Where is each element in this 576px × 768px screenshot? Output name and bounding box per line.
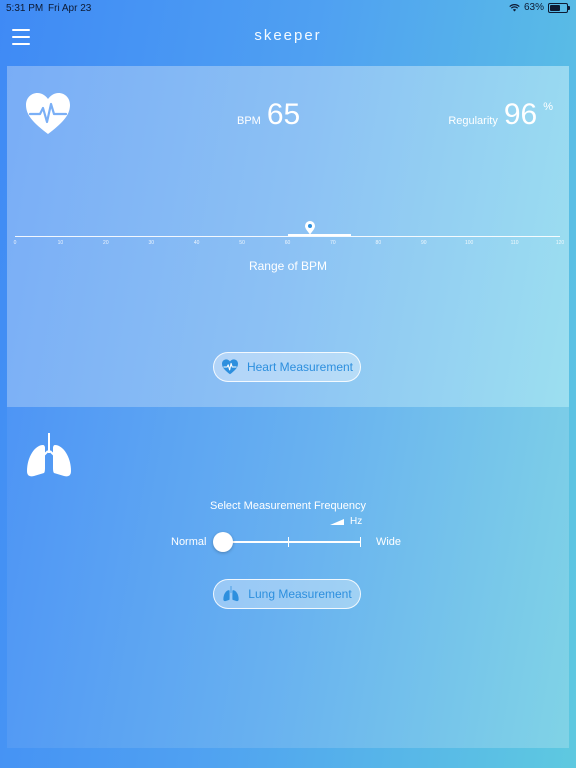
slider-tick-mid: [288, 537, 289, 547]
range-tick-label: 100: [464, 240, 474, 246]
lungs-icon: [27, 433, 71, 477]
heart-measurement-label: Heart Measurement: [246, 360, 354, 374]
bpm-label: BPM: [237, 115, 261, 127]
range-tick-label: 80: [375, 240, 382, 246]
wifi-icon: [509, 3, 520, 11]
range-tick-label: 40: [193, 240, 200, 246]
lung-measurement-label: Lung Measurement: [248, 587, 352, 601]
bpm-value: 65: [266, 98, 301, 131]
range-tick-label: 0: [13, 240, 17, 246]
bpm-readout: BPM 65: [237, 98, 300, 132]
range-tick-label: 20: [103, 240, 109, 246]
signal-wedge-icon: [330, 518, 344, 525]
status-right: 63%: [509, 2, 570, 13]
heart-panel: BPM 65 Regularity 96 % 0 10 20 30 40 50 60 70 80…: [7, 66, 569, 407]
regularity-value: 96: [503, 98, 538, 131]
regularity-readout: Regularity 96 %: [448, 98, 553, 132]
range-tick-label: 60: [284, 240, 291, 246]
battery-icon: [548, 2, 570, 13]
range-tick-label: 90: [420, 240, 427, 246]
range-tick-label: 110: [510, 240, 519, 246]
frequency-title: Select Measurement Frequency: [210, 500, 366, 512]
heart-pulse-icon: [26, 93, 70, 134]
status-bar: 5:31 PM Fri Apr 23 63%: [0, 0, 576, 16]
hz-indicator: Hz: [330, 516, 362, 527]
lungs-icon: [223, 586, 239, 602]
battery-percent: 63%: [523, 2, 544, 13]
bpm-range-ticks: 0 10 20 30 40 50 60 70 80 90 100 110 120: [13, 240, 565, 250]
status-time: 5:31 PM: [6, 3, 44, 14]
status-date: Fri Apr 23: [48, 3, 92, 14]
slider-thumb[interactable]: [213, 532, 233, 552]
lung-measurement-button[interactable]: Lung Measurement: [213, 579, 361, 609]
range-tick-label: 120: [555, 240, 565, 246]
app-title: skeeper: [254, 27, 322, 44]
lung-panel: Select Measurement Frequency Hz Normal W…: [7, 407, 569, 748]
range-tick-label: 10: [57, 240, 64, 246]
bpm-range-highlight: [287, 234, 352, 236]
hz-label: Hz: [350, 516, 363, 527]
normal-label: Normal: [171, 536, 207, 548]
map-pin-icon: [305, 221, 316, 235]
regularity-label: Regularity: [448, 115, 498, 127]
regularity-unit: %: [543, 101, 553, 113]
heart-measurement-button[interactable]: Heart Measurement: [213, 352, 361, 382]
range-label: Range of BPM: [248, 259, 328, 273]
range-tick-label: 50: [239, 240, 245, 246]
slider-track[interactable]: [223, 541, 361, 543]
frequency-slider: Normal Wide: [171, 531, 411, 553]
wide-label: Wide: [375, 536, 401, 548]
bpm-range-track: [15, 236, 560, 237]
heart-pulse-icon: [221, 359, 238, 375]
range-tick-label: 30: [148, 240, 155, 246]
range-tick-label: 70: [330, 240, 336, 246]
slider-tick-end: [360, 537, 361, 547]
